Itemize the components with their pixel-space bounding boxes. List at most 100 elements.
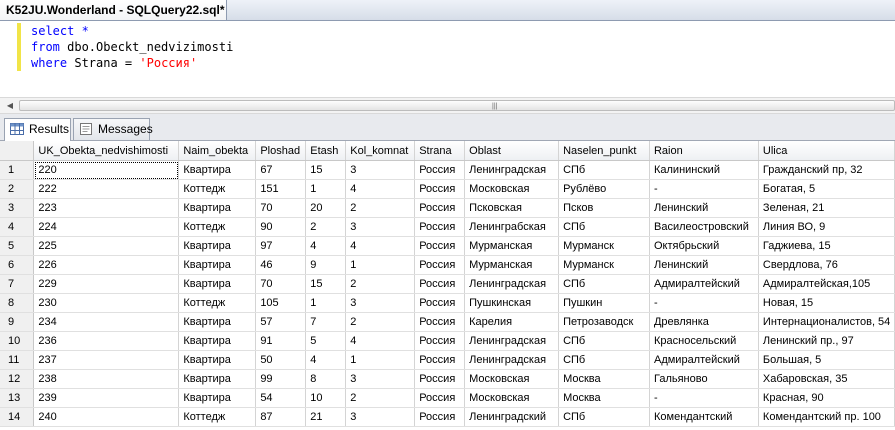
row-number[interactable]: 6 xyxy=(0,255,35,275)
column-header[interactable]: Etash xyxy=(305,141,347,161)
table-cell[interactable]: Василеостровский xyxy=(649,217,759,237)
table-cell[interactable]: 2 xyxy=(345,388,416,408)
table-cell[interactable]: 1 xyxy=(305,179,347,199)
table-cell[interactable]: 9 xyxy=(305,255,347,275)
row-number[interactable]: 8 xyxy=(0,293,35,313)
table-cell[interactable]: Гаджиева, 15 xyxy=(758,236,895,256)
table-cell[interactable]: 2 xyxy=(345,198,416,218)
column-header[interactable]: Naselen_punkt xyxy=(558,141,650,161)
table-cell[interactable]: Россия xyxy=(414,160,466,180)
table-cell[interactable]: 87 xyxy=(255,407,307,427)
table-cell[interactable]: Адмиралтейский xyxy=(649,274,759,294)
table-cell[interactable]: 91 xyxy=(255,331,307,351)
table-cell[interactable]: СПб xyxy=(558,407,650,427)
table-cell[interactable]: 3 xyxy=(345,407,416,427)
table-cell[interactable]: Богатая, 5 xyxy=(758,179,895,199)
table-cell[interactable]: 4 xyxy=(305,350,347,370)
table-cell[interactable]: 2 xyxy=(345,312,416,332)
table-cell[interactable]: Древлянка xyxy=(649,312,759,332)
row-number[interactable]: 12 xyxy=(0,369,35,389)
column-header[interactable]: Strana xyxy=(414,141,466,161)
table-cell[interactable]: Россия xyxy=(414,274,466,294)
table-cell[interactable]: Россия xyxy=(414,179,466,199)
row-number[interactable]: 5 xyxy=(0,236,35,256)
table-cell[interactable]: Квартира xyxy=(178,331,257,351)
table-cell[interactable]: Квартира xyxy=(178,312,257,332)
table-cell[interactable]: 2 xyxy=(305,217,347,237)
table-cell[interactable]: Россия xyxy=(414,388,466,408)
table-cell[interactable]: 3 xyxy=(345,293,416,313)
column-header[interactable]: Naim_obekta xyxy=(178,141,257,161)
row-number[interactable]: 3 xyxy=(0,198,35,218)
table-row[interactable]: 13 239 Квартира 54 10 2 Россия Московская Москва… xyxy=(0,388,895,408)
table-cell[interactable]: 3 xyxy=(345,217,416,237)
table-cell[interactable]: Зеленая, 21 xyxy=(758,198,895,218)
table-cell[interactable]: Ленинградская xyxy=(464,350,560,370)
table-cell[interactable]: 1 xyxy=(345,255,416,275)
table-cell[interactable]: 15 xyxy=(305,274,347,294)
table-cell[interactable]: Ленинградская xyxy=(464,331,560,351)
table-cell[interactable]: Калининский xyxy=(649,160,759,180)
table-row[interactable]: 1 220 Квартира 67 15 3 Россия Ленинградская СПб К… xyxy=(0,160,895,180)
table-cell[interactable]: Адмиралтейский xyxy=(649,350,759,370)
table-cell[interactable]: Адмиралтейская,105 xyxy=(758,274,895,294)
table-cell[interactable]: Ленинский xyxy=(649,198,759,218)
table-cell[interactable]: 70 xyxy=(255,274,307,294)
table-cell[interactable]: 57 xyxy=(255,312,307,332)
row-number[interactable]: 13 xyxy=(0,388,35,408)
table-cell[interactable]: Мурманск xyxy=(558,255,650,275)
table-cell[interactable]: Ленинский пр., 97 xyxy=(758,331,895,351)
table-cell[interactable]: Коттедж xyxy=(178,407,257,427)
table-cell[interactable]: Большая, 5 xyxy=(758,350,895,370)
table-cell[interactable]: Россия xyxy=(414,407,466,427)
table-cell[interactable]: Карелия xyxy=(464,312,560,332)
table-cell[interactable]: 229 xyxy=(33,274,180,294)
table-cell[interactable]: Гальяново xyxy=(649,369,759,389)
table-cell[interactable]: 1 xyxy=(305,293,347,313)
table-cell[interactable]: 105 xyxy=(255,293,307,313)
table-cell[interactable]: 236 xyxy=(33,331,180,351)
table-cell[interactable]: 4 xyxy=(305,236,347,256)
row-number[interactable]: 9 xyxy=(0,312,35,332)
table-cell[interactable]: Октябрьский xyxy=(649,236,759,256)
scroll-left-icon[interactable]: ◀ xyxy=(4,100,16,112)
table-cell[interactable]: 223 xyxy=(33,198,180,218)
table-cell[interactable]: Псковская xyxy=(464,198,560,218)
column-header[interactable]: Ploshad xyxy=(255,141,307,161)
table-cell[interactable]: Квартира xyxy=(178,255,257,275)
table-row[interactable]: 10 236 Квартира 91 5 4 Россия Ленинградская СПб К… xyxy=(0,331,895,351)
scrollbar-thumb[interactable]: ||| xyxy=(19,100,895,111)
table-cell[interactable]: 1 xyxy=(345,350,416,370)
table-cell[interactable]: Мурманская xyxy=(464,236,560,256)
table-row[interactable]: 4 224 Коттедж 90 2 3 Россия Ленинграбская СПб Вас… xyxy=(0,217,895,237)
table-cell[interactable]: СПб xyxy=(558,350,650,370)
column-header[interactable]: Raion xyxy=(649,141,759,161)
table-cell[interactable]: Коттедж xyxy=(178,293,257,313)
table-cell[interactable]: Москва xyxy=(558,388,650,408)
table-cell[interactable]: Мурманская xyxy=(464,255,560,275)
table-cell[interactable]: 238 xyxy=(33,369,180,389)
table-cell[interactable]: - xyxy=(649,388,759,408)
table-cell[interactable]: 7 xyxy=(305,312,347,332)
table-cell[interactable]: Московская xyxy=(464,369,560,389)
table-cell[interactable]: Россия xyxy=(414,331,466,351)
table-cell[interactable]: Коттедж xyxy=(178,217,257,237)
table-cell[interactable]: 50 xyxy=(255,350,307,370)
table-cell[interactable]: 4 xyxy=(345,236,416,256)
table-cell[interactable]: Гражданский пр, 32 xyxy=(758,160,895,180)
table-cell[interactable]: Линия ВО, 9 xyxy=(758,217,895,237)
table-cell[interactable]: 226 xyxy=(33,255,180,275)
table-row[interactable]: 8 230 Коттедж 105 1 3 Россия Пушкинская Пушкин - Н… xyxy=(0,293,895,313)
table-cell[interactable]: 15 xyxy=(305,160,347,180)
editor-horizontal-scrollbar[interactable]: ◀ ||| xyxy=(0,97,895,114)
row-number[interactable]: 11 xyxy=(0,350,35,370)
table-cell[interactable]: Квартира xyxy=(178,198,257,218)
table-row[interactable]: 14 240 Коттедж 87 21 3 Россия Ленинградский СПб К… xyxy=(0,407,895,427)
table-row[interactable]: 11 237 Квартира 50 4 1 Россия Ленинградская СПб А… xyxy=(0,350,895,370)
row-number[interactable]: 4 xyxy=(0,217,35,237)
table-cell[interactable]: 97 xyxy=(255,236,307,256)
table-cell[interactable]: - xyxy=(649,293,759,313)
table-cell[interactable]: 99 xyxy=(255,369,307,389)
table-cell[interactable]: 151 xyxy=(255,179,307,199)
table-cell[interactable]: Квартира xyxy=(178,160,257,180)
